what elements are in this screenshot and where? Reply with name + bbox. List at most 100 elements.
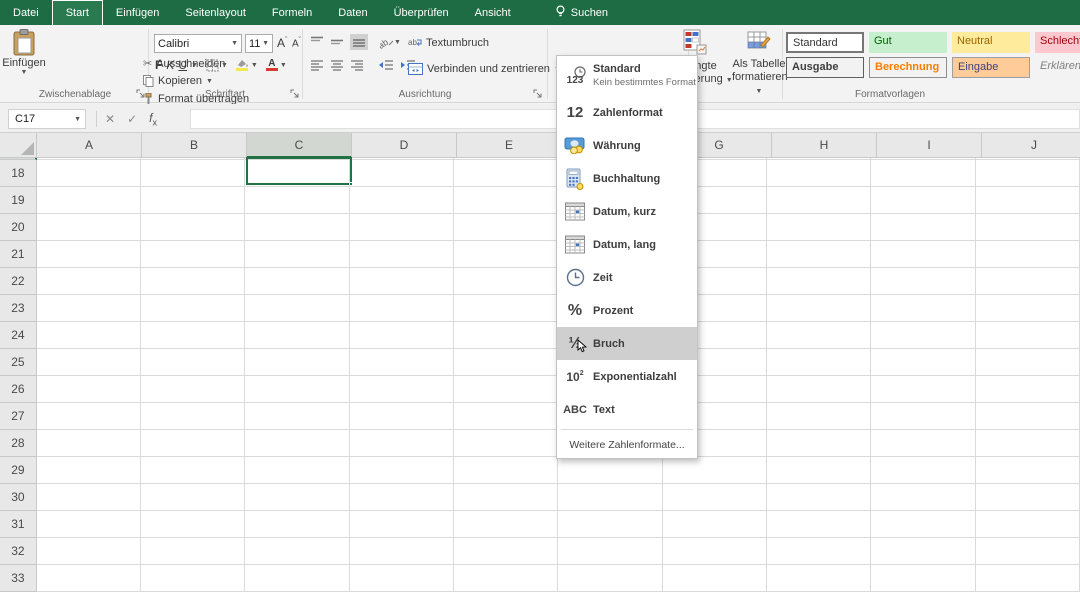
cell-F29[interactable] [558, 457, 663, 484]
cell-C27[interactable] [245, 403, 350, 430]
cell-C28[interactable] [245, 430, 350, 457]
cell-H26[interactable] [767, 376, 872, 403]
row-header-30[interactable]: 30 [0, 484, 37, 511]
cell-E24[interactable] [454, 322, 559, 349]
cell-style-erklaerend[interactable]: Erklärender [1035, 57, 1080, 78]
cell-J23[interactable] [975, 295, 1080, 322]
cell-A33[interactable] [36, 565, 142, 592]
cell-B26[interactable] [141, 376, 246, 403]
font-color-dropdown-arrow[interactable]: ▼ [280, 62, 287, 69]
cell-H32[interactable] [767, 538, 872, 565]
cell-A27[interactable] [36, 403, 142, 430]
column-header-I[interactable]: I [877, 133, 982, 158]
cell-J31[interactable] [975, 511, 1080, 538]
font-size-combo[interactable]: 11 ▼ [245, 34, 273, 53]
cell-H30[interactable] [767, 484, 872, 511]
orientation-dropdown-arrow[interactable]: ▼ [394, 39, 401, 46]
cell-A20[interactable] [36, 214, 142, 241]
row-header-31[interactable]: 31 [0, 511, 37, 538]
underline-button[interactable]: U [178, 58, 187, 72]
menu-item-zeit[interactable]: Zeit [557, 261, 697, 294]
cell-E31[interactable] [454, 511, 559, 538]
cell-G29[interactable] [662, 457, 768, 484]
cell-B24[interactable] [141, 322, 246, 349]
cell-F31[interactable] [558, 511, 663, 538]
cell-G32[interactable] [662, 538, 768, 565]
cell-D27[interactable] [349, 403, 455, 430]
column-header-H[interactable]: H [772, 133, 877, 158]
cell-D25[interactable] [349, 349, 455, 376]
cell-D22[interactable] [349, 268, 455, 295]
cell-E30[interactable] [454, 484, 559, 511]
cell-D29[interactable] [349, 457, 455, 484]
menu-item-prozent[interactable]: % Prozent [557, 294, 697, 327]
paste-dropdown-arrow[interactable]: ▼ [21, 69, 28, 76]
menu-item-text[interactable]: ABC Text [557, 393, 697, 426]
cell-style-neutral[interactable]: Neutral [952, 32, 1030, 53]
row-header-21[interactable]: 21 [0, 241, 37, 268]
active-cell-selection[interactable] [246, 157, 353, 186]
cell-C24[interactable] [245, 322, 350, 349]
cell-B31[interactable] [141, 511, 246, 538]
decrease-indent-button[interactable] [378, 59, 394, 71]
cell-D30[interactable] [349, 484, 455, 511]
cell-D31[interactable] [349, 511, 455, 538]
cell-H29[interactable] [767, 457, 872, 484]
cell-B33[interactable] [141, 565, 246, 592]
cell-A23[interactable] [36, 295, 142, 322]
shrink-font-button[interactable]: Aˇ [292, 37, 301, 49]
cell-H21[interactable] [767, 241, 872, 268]
align-bottom-button[interactable] [350, 34, 368, 50]
cell-H31[interactable] [767, 511, 872, 538]
cell-C26[interactable] [245, 376, 350, 403]
row-header-22[interactable]: 22 [0, 268, 37, 295]
cell-A21[interactable] [36, 241, 142, 268]
cell-J33[interactable] [975, 565, 1080, 592]
cell-E29[interactable] [454, 457, 559, 484]
cell-J22[interactable] [975, 268, 1080, 295]
cell-J19[interactable] [975, 187, 1080, 214]
cell-B25[interactable] [141, 349, 246, 376]
cell-H27[interactable] [767, 403, 872, 430]
menu-item-datum-lang[interactable]: Datum, lang [557, 228, 697, 261]
cell-A29[interactable] [36, 457, 142, 484]
column-header-J[interactable]: J [982, 133, 1080, 158]
cell-A31[interactable] [36, 511, 142, 538]
cell-H23[interactable] [767, 295, 872, 322]
cell-I26[interactable] [871, 376, 976, 403]
cell-E23[interactable] [454, 295, 559, 322]
cell-A24[interactable] [36, 322, 142, 349]
cell-style-berechnung[interactable]: Berechnung [869, 57, 947, 78]
cell-I21[interactable] [871, 241, 976, 268]
cell-C31[interactable] [245, 511, 350, 538]
font-color-button[interactable]: A [265, 59, 278, 71]
cell-J27[interactable] [975, 403, 1080, 430]
cell-A30[interactable] [36, 484, 142, 511]
cell-D32[interactable] [349, 538, 455, 565]
cell-I32[interactable] [871, 538, 976, 565]
cell-style-eingabe[interactable]: Eingabe [952, 57, 1030, 78]
cell-H33[interactable] [767, 565, 872, 592]
cell-I25[interactable] [871, 349, 976, 376]
font-name-combo[interactable]: Calibri ▼ [154, 34, 242, 53]
cell-C19[interactable] [245, 187, 350, 214]
align-right-button[interactable] [350, 59, 364, 71]
cell-C29[interactable] [245, 457, 350, 484]
cell-B27[interactable] [141, 403, 246, 430]
fill-handle[interactable] [349, 182, 353, 186]
grow-font-button[interactable]: Aˆ [277, 36, 287, 50]
cell-B22[interactable] [141, 268, 246, 295]
cell-J28[interactable] [975, 430, 1080, 457]
row-header-33[interactable]: 33 [0, 565, 37, 592]
cell-C23[interactable] [245, 295, 350, 322]
align-left-button[interactable] [310, 59, 324, 71]
cell-G33[interactable] [662, 565, 768, 592]
wrap-text-button[interactable]: ab Textumbruch [408, 37, 489, 49]
cell-D20[interactable] [349, 214, 455, 241]
cell-I24[interactable] [871, 322, 976, 349]
cell-B32[interactable] [141, 538, 246, 565]
menu-item-buchhaltung[interactable]: Buchhaltung [557, 162, 697, 195]
name-box-dropdown-arrow[interactable]: ▼ [74, 116, 81, 123]
tab-ueberpruefen[interactable]: Überprüfen [381, 0, 462, 25]
borders-dropdown-arrow[interactable]: ▼ [221, 62, 228, 69]
